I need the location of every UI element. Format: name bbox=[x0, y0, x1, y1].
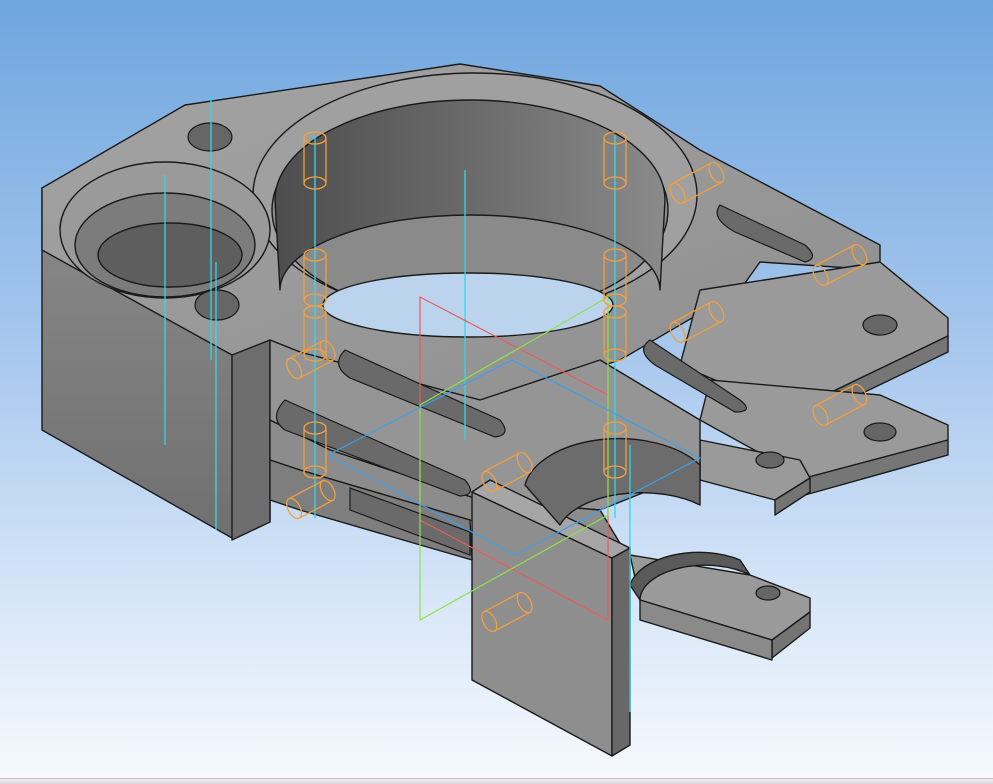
large-bore-opening[interactable] bbox=[322, 272, 614, 338]
left-counterbore-bottom[interactable] bbox=[97, 222, 243, 288]
knurled-face[interactable] bbox=[231, 337, 271, 541]
hole-right-arm[interactable] bbox=[862, 314, 898, 336]
hole-left-middle[interactable] bbox=[194, 289, 240, 321]
hole-top-left[interactable] bbox=[187, 122, 233, 152]
cad-3d-viewport[interactable] bbox=[0, 0, 993, 784]
viewport-bottom-border bbox=[0, 778, 993, 784]
hole-fork-upper[interactable] bbox=[755, 451, 785, 469]
front-plate-side[interactable] bbox=[611, 547, 631, 757]
hole-fork-lower[interactable] bbox=[755, 585, 781, 601]
part-model-view[interactable] bbox=[0, 0, 993, 784]
hole-right-arm-lower[interactable] bbox=[863, 422, 897, 442]
